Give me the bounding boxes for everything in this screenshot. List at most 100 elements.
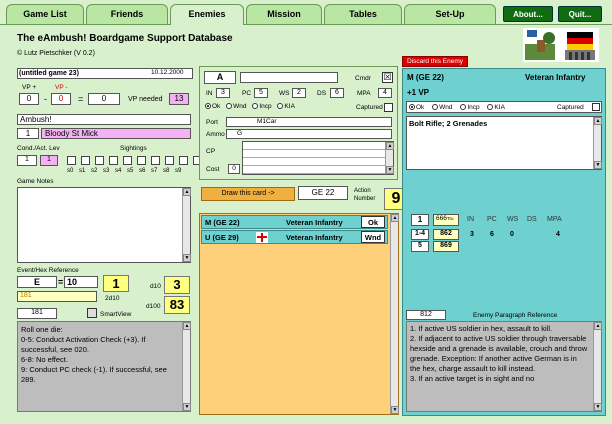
card-status-radios: Ok Wnd Incp KIA [205,103,295,110]
about-button[interactable]: About... [503,6,553,22]
enemy-captured-label: Captured [557,104,584,111]
cond-act-label: Cond./Act. Lev [17,145,60,152]
ws-field[interactable]: 2 [292,88,306,98]
tab-tables[interactable]: Tables [324,4,402,24]
sighting-checkbox[interactable] [136,156,146,165]
cond-level-field[interactable]: 1 [17,155,37,166]
ds-field[interactable]: 6 [330,88,344,98]
para-ref-field[interactable]: 812 [406,310,446,320]
mission-number-field[interactable]: 1 [17,128,39,139]
sighting-checkbox[interactable] [94,156,104,165]
quit-button[interactable]: Quit... [558,6,602,22]
sighting-checkbox[interactable] [80,156,90,165]
d100-result: 83 [164,296,190,314]
app-credit: © Lutz Pietschker (V 0.2) [17,50,95,57]
stat-row-value[interactable]: 869 [433,241,459,252]
tab-friends[interactable]: Friends [86,4,168,24]
sighting-checkbox[interactable] [67,156,76,165]
vp-needed-label: VP needed [128,96,163,103]
event-scrollbar[interactable]: ▲ ▼ [182,322,191,411]
card-captured-checkbox[interactable] [384,103,393,112]
event-column-field[interactable]: E [17,276,57,288]
cp-field[interactable]: ▲ ▼ [242,141,394,175]
event-hex-field[interactable]: 181 [17,291,97,302]
enemy-captured-checkbox[interactable] [592,103,600,111]
enemy-item-status[interactable]: Wnd [361,231,385,243]
weapons-scrollbar[interactable]: ▲ ▼ [593,117,602,169]
cost-field[interactable]: 0 [228,164,240,174]
enemy-item-type: Veteran Infantry [286,218,343,227]
vp-result: 0 [88,93,120,105]
event-equals: = [58,277,64,287]
status-radio-incp[interactable] [252,103,259,110]
action-number-label: Action Number [354,188,376,202]
list-item[interactable]: U (GE 29) Veteran Infantry Wnd [201,230,388,244]
card-name-field[interactable] [240,72,338,83]
enemy-status-incp-label: Incp [467,104,480,111]
logo-icon [523,28,599,62]
status-radio-ok[interactable] [205,103,211,110]
mpa-field[interactable]: 4 [378,88,392,98]
draw-value-field[interactable]: GE 22 [298,186,348,200]
cmdr-checkbox[interactable]: ☒ [382,72,393,83]
port-field[interactable]: M1Car [226,117,392,127]
notes-scrollbar[interactable]: ▲ ▼ [182,188,191,262]
stat-box-2[interactable]: 666Tru [433,214,459,226]
enemy-radio-ok[interactable] [409,104,415,111]
sighting-checkbox[interactable] [122,156,132,165]
enemy-radio-kia[interactable] [487,104,494,111]
enemy-weapons-text: Bolt Rifle; 2 Grenades [409,119,488,128]
act-level-field[interactable]: 1 [40,155,58,166]
status-radio-wnd[interactable] [226,103,233,110]
list-item[interactable]: M (GE 22) Veteran Infantry Ok [201,215,388,229]
sightings-boxes [67,156,202,165]
para-scrollbar[interactable]: ▲ ▼ [593,322,602,411]
sighting-checkbox[interactable] [150,156,160,165]
event-number-field[interactable]: 10 [64,276,98,288]
draw-card-button[interactable]: Draw this card -> [201,187,295,201]
tab-set-up[interactable]: Set-Up [404,4,496,24]
tab-mission[interactable]: Mission [246,4,322,24]
enemy-weapons-field[interactable]: Bolt Rifle; 2 Grenades ▲ ▼ [406,116,602,170]
tab-divider [0,24,612,25]
discard-enemy-button[interactable]: Discard this Enemy [402,56,468,67]
pc-field[interactable]: 5 [254,88,268,98]
mission-name-field[interactable]: Bloody St Mick [41,128,191,139]
d10-result-1: 1 [103,275,129,292]
enemy-type: Veteran Infantry [525,73,586,82]
event-text: Roll one die: 0-5: Conduct Activation Ch… [17,321,191,412]
stat-row-label: 5 [411,241,429,252]
enemy-list-scrollbar[interactable]: ▲ ▼ [390,214,399,414]
tab-enemies[interactable]: Enemies [170,4,244,25]
sighting-labels: s0 s1 s2 s3 s4 s5 s6 s7 s8 s9 [67,168,182,174]
sighting-checkbox[interactable] [178,156,188,165]
sighting-checkbox[interactable] [164,156,174,165]
tab-game-list[interactable]: Game List [6,4,84,24]
enemy-item-id: M (GE 22) [205,218,240,227]
in-label: IN [206,90,213,97]
sighting-checkbox[interactable] [108,156,118,165]
stat-box-1[interactable]: 1 [411,214,429,226]
d10-label: d10 [150,283,161,290]
card-letter-field[interactable]: A [204,71,236,84]
enemy-item-status[interactable]: Ok [361,216,385,228]
ammo-field[interactable]: G [226,129,392,139]
enemy-item-type: Veteran Infantry [286,233,343,242]
status-radio-kia[interactable] [277,103,284,110]
smartview-checkbox[interactable] [87,308,97,318]
event-ref-field[interactable]: 181 [17,308,57,319]
stat-box-2-value: 666 [436,215,447,222]
enemy-radio-wnd[interactable] [432,104,439,111]
para-ref-label: Enemy Paragraph Reference [473,312,558,319]
in-field[interactable]: 3 [216,88,230,98]
vp-needed-field[interactable]: 13 [169,93,189,105]
vp-minus-field[interactable]: 0 [51,93,71,105]
game-notes-textarea[interactable]: ▲ ▼ [17,187,191,263]
vp-plus-field[interactable]: 0 [19,93,39,105]
enemy-radio-incp[interactable] [460,104,467,111]
para-text: 1. If active US soldier in hex, assault … [406,321,602,412]
cp-scrollbar[interactable]: ▲ ▼ [385,142,394,174]
stat-row-value[interactable]: 862 [433,229,459,240]
pc-label: PC [242,90,252,97]
module-field[interactable]: Ambush! [17,114,191,125]
